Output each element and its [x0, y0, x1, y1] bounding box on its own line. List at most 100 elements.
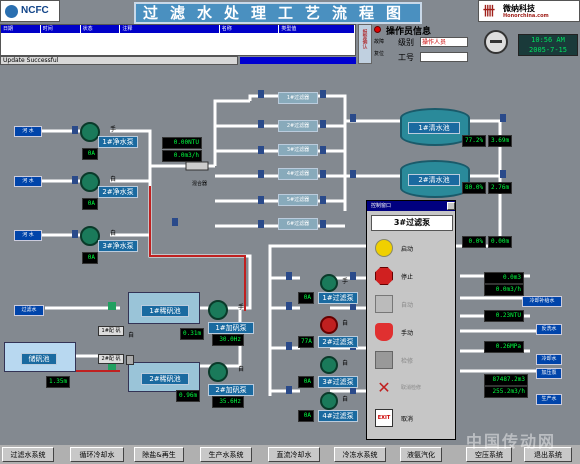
storage-level: 1.35m	[46, 376, 70, 388]
pool-label: 2#清水池	[408, 174, 460, 186]
output-total: 87487.2m3	[484, 374, 528, 386]
output-label-1: 冷却补给水	[522, 296, 562, 307]
pump-label: 1#净水泵	[98, 136, 138, 148]
login-key-icon[interactable]	[484, 30, 508, 54]
smiley-icon	[375, 239, 393, 257]
river-source-2: 河 水	[14, 176, 42, 187]
output-flow: 255.2m3/h	[484, 386, 528, 398]
fault-label: 故障	[374, 39, 385, 45]
dosing-tank-1[interactable]: 1#稀矾池	[128, 292, 200, 324]
mix-2-button[interactable]: 2#配 矾	[98, 354, 124, 364]
nav-circulating-cooling[interactable]: 循环冷却水	[70, 447, 124, 462]
filter-pump-3[interactable]: 自 0A 3#过滤泵	[298, 356, 358, 392]
raw-pump-2[interactable]: 自 2#净水泵 0A	[80, 172, 140, 210]
filter-5[interactable]: 5#过滤器	[278, 194, 318, 206]
tank-label: 2#稀矾池	[141, 373, 189, 385]
flow-readout: 0.0m3/h	[162, 150, 202, 162]
pump-icon	[80, 122, 100, 142]
col-time: 时间	[41, 25, 81, 33]
dosing-pump-1[interactable]: 手 1#加矾泵 30.0Hz	[208, 300, 262, 346]
pool-2-m: 2.76m	[488, 182, 512, 194]
nav-desalting[interactable]: 除盐&再生	[134, 447, 184, 462]
pump-icon	[80, 226, 100, 246]
auto-button[interactable]: 自动	[373, 291, 445, 319]
output-volume: 0.0m3	[484, 272, 524, 284]
river-source-3: 河 水	[14, 230, 42, 241]
alarm-confirm-button[interactable]: 报警确认	[358, 24, 372, 64]
nav-dc-cooling[interactable]: 直流冷却水	[268, 447, 320, 462]
reset-button[interactable]: 复位	[374, 50, 384, 57]
pool-2-pct: 80.0%	[462, 182, 486, 194]
raw-pump-1[interactable]: 手 1#净水泵 0A	[80, 122, 140, 160]
manual-label: 手动	[401, 330, 414, 337]
filter-6[interactable]: 6#过滤器	[278, 218, 318, 230]
pump-mode: 手	[110, 126, 117, 133]
brand-logo-icon: 卌	[483, 4, 496, 18]
brand-url: Honorchina.com	[503, 13, 549, 19]
output-pressure: 0.26MPa	[484, 341, 524, 353]
clear-pool-2[interactable]: 2#清水池	[400, 160, 470, 198]
maintenance-label: 检修	[401, 358, 414, 365]
mix-1-button[interactable]: 1#配 矾	[98, 326, 124, 336]
start-button[interactable]: 启动	[373, 235, 445, 263]
filter-2[interactable]: 2#过滤器	[278, 120, 318, 132]
col-note: 注释	[120, 25, 220, 33]
page-title: 过滤水处理工艺流程图	[134, 2, 422, 24]
dosing-pump-2[interactable]: 自 2#加矾泵 35.6Hz	[208, 362, 262, 408]
level-value: 操作人员	[420, 37, 468, 47]
pump-mode: 自	[342, 396, 349, 403]
id-field[interactable]	[420, 52, 468, 62]
pump-hz: 30.0Hz	[212, 334, 244, 346]
mixer-label: 混合器	[192, 181, 208, 187]
pool-3-pct: 0.0%	[462, 236, 486, 248]
pump-icon	[320, 316, 338, 334]
mix-mode: 自	[128, 332, 135, 339]
filter-3[interactable]: 3#过滤器	[278, 144, 318, 156]
alarm-table[interactable]: 日期 时间 状态 注释 名称 类型值	[0, 24, 356, 56]
stop-icon	[375, 267, 393, 285]
pump-icon	[208, 300, 228, 320]
pump-label: 3#过滤泵	[318, 376, 358, 388]
pump-label: 2#加矾泵	[208, 384, 254, 396]
cancel-maintenance-label: 取消检修	[401, 385, 422, 391]
filter-bank: 1#过滤器 2#过滤器 3#过滤器 4#过滤器 5#过滤器 6#过滤器	[278, 92, 318, 232]
logo-box: NCFC	[0, 0, 60, 22]
cancel-maintenance-button[interactable]: ✕ 取消检修	[373, 375, 445, 403]
level-label: 级别	[398, 38, 414, 47]
filter-pump-4[interactable]: 自 0A 4#过滤泵	[298, 392, 358, 428]
alarm-table-header: 日期 时间 状态 注释 名称 类型值	[1, 25, 355, 33]
stop-button[interactable]: 停止	[373, 263, 445, 291]
storage-label: 储矾池	[21, 353, 57, 365]
filter-pump-2[interactable]: 自 77A 2#过滤泵	[298, 316, 358, 352]
nav-chilled-water[interactable]: 冷冻水系统	[334, 447, 386, 462]
filter-4[interactable]: 4#过滤器	[278, 168, 318, 180]
dosing-tank-2[interactable]: 2#稀矾池	[128, 362, 200, 392]
control-window-close-icon[interactable]	[447, 202, 455, 210]
pump-hz: 35.6Hz	[212, 396, 244, 408]
col-date: 日期	[1, 25, 41, 33]
pump-current: 0A	[82, 252, 98, 264]
nav-production-water[interactable]: 生产水系统	[200, 447, 252, 462]
filter-1[interactable]: 1#过滤器	[278, 92, 318, 104]
cancel-button[interactable]: EXIT 取消	[373, 405, 445, 433]
pump-mode: 自	[110, 230, 117, 237]
pump-mode: 自	[342, 360, 349, 367]
filter-pump-1[interactable]: 手 0A 1#过滤泵	[298, 274, 358, 310]
pump-icon	[208, 362, 228, 382]
operator-title: 操作员信息	[386, 27, 432, 37]
start-label: 启动	[401, 246, 414, 253]
nav-filter-water[interactable]: 过滤水系统	[2, 447, 54, 462]
raw-pump-3[interactable]: 自 3#净水泵 0A	[80, 226, 140, 264]
manual-button[interactable]: 手动	[373, 319, 445, 347]
alum-storage-tank[interactable]: 储矾池	[4, 342, 76, 372]
ntu-readout: 0.00NTU	[162, 137, 202, 149]
nav-ammonia[interactable]: 液氨汽化	[400, 447, 442, 462]
tank-2-level: 0.96m	[176, 390, 200, 402]
pump-mode: 手	[238, 304, 245, 311]
pool-label: 1#清水池	[408, 122, 460, 134]
mixer-motor-icon	[126, 355, 134, 365]
hand-icon	[375, 323, 393, 341]
clear-pool-1[interactable]: 1#清水池	[400, 108, 470, 146]
control-window[interactable]: 控制窗口 3#过滤泵 启动 停止 自动 手动 检修 ✕ 取消检修 EXIT 取消	[366, 200, 456, 440]
maintenance-button[interactable]: 检修	[373, 347, 445, 375]
